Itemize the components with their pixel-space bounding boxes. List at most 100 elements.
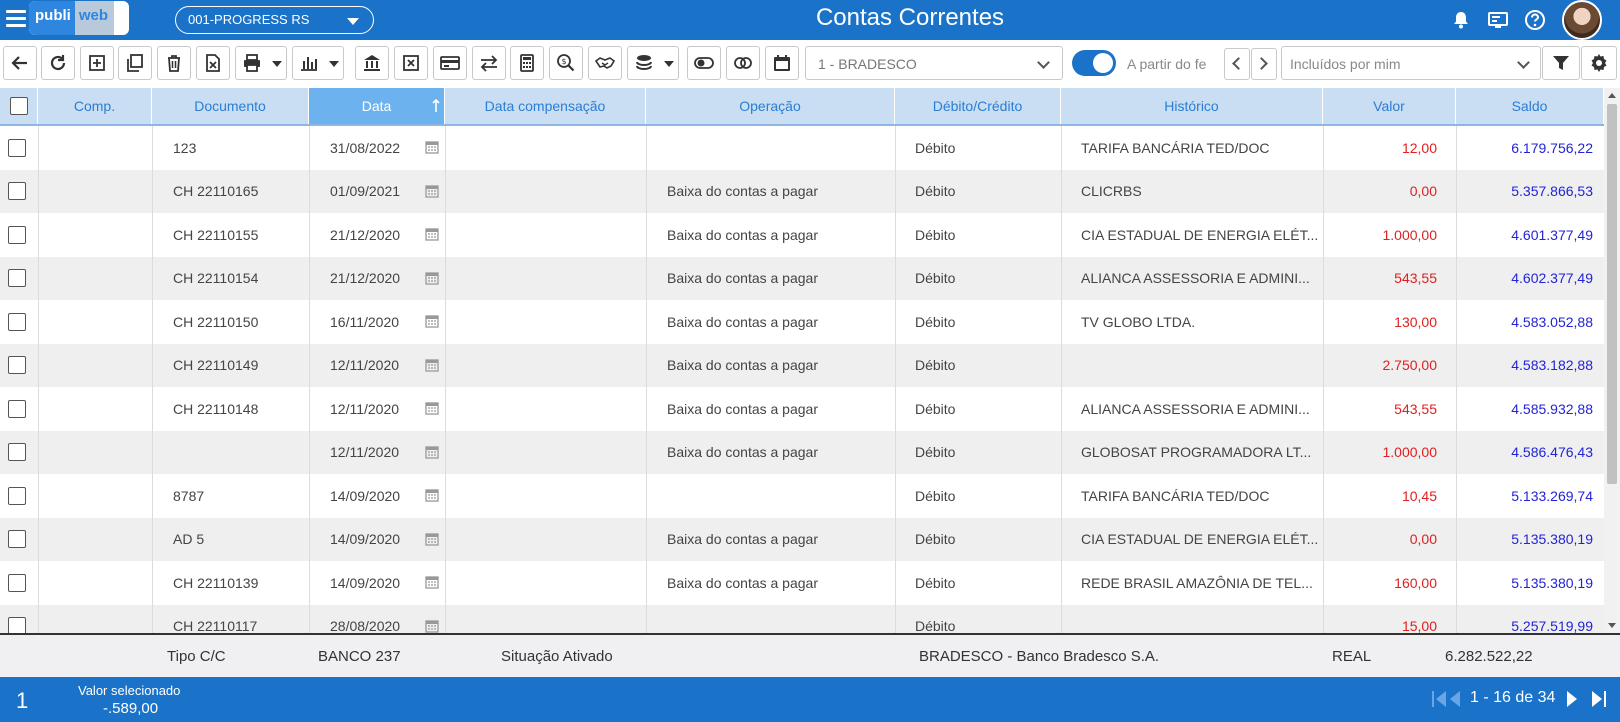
row-checkbox[interactable] [8, 182, 26, 200]
row-checkbox-cell [8, 518, 26, 561]
cell-data-compensacao [455, 126, 640, 169]
date-filter-toggle[interactable] [1072, 50, 1116, 76]
table-row[interactable]: CH 22110149 12/11/2020 Baixa do contas a p… [0, 343, 1604, 387]
excel-export-button[interactable] [196, 46, 230, 80]
next-page-icon[interactable] [1565, 689, 1579, 709]
cell-documento: CH 22110155 [173, 226, 259, 243]
link-button[interactable] [726, 46, 760, 80]
table-row[interactable]: CH 22110154 21/12/2020 Baixa do contas a p… [0, 256, 1604, 300]
delete-button[interactable] [157, 46, 191, 80]
cell-valor: 10,45 [1401, 487, 1437, 504]
add-button[interactable] [80, 46, 114, 80]
calculator-button[interactable] [510, 46, 544, 80]
user-avatar[interactable] [1562, 0, 1602, 40]
grid-scrollbar[interactable] [1604, 88, 1620, 633]
bell-icon[interactable] [1449, 8, 1473, 32]
previous-page-icon[interactable] [1448, 689, 1462, 709]
agreement-button[interactable] [588, 46, 622, 80]
column-header-debito-credito[interactable]: Débito/Crédito [895, 88, 1061, 124]
calendar-icon[interactable] [425, 314, 439, 328]
included-by-filter-select[interactable]: Incluídos por mim [1281, 46, 1541, 80]
row-checkbox[interactable] [8, 443, 26, 461]
row-checkbox[interactable] [8, 573, 26, 592]
column-header-comp[interactable]: Comp. [38, 88, 152, 124]
search-value-button[interactable]: $ [549, 46, 583, 80]
row-checkbox-cell [8, 300, 26, 343]
print-button[interactable] [235, 46, 287, 80]
table-row[interactable]: 8787 14/09/2020 Débito TARIFA BANCÁRIA TED/… [0, 474, 1604, 517]
calendar-icon[interactable] [425, 227, 439, 241]
cell-valor: 543,55 [1394, 400, 1437, 417]
row-checkbox[interactable] [8, 617, 26, 633]
table-row[interactable]: CH 22110150 16/11/2020 Baixa do contas a p… [0, 300, 1604, 343]
table-row[interactable]: CH 22110139 14/09/2020 Baixa do contas a p… [0, 561, 1604, 604]
column-header-documento[interactable]: Documento [152, 88, 309, 124]
transfer-button[interactable] [472, 46, 506, 80]
row-checkbox[interactable] [8, 269, 26, 287]
cell-comp [48, 300, 148, 343]
table-row[interactable]: 12/11/2020 Baixa do contas a pagar Débito G… [0, 430, 1604, 474]
table-row[interactable]: AD 5 14/09/2020 Baixa do contas a pagar Déb… [0, 517, 1604, 561]
row-checkbox[interactable] [8, 356, 26, 374]
row-checkbox[interactable] [8, 138, 26, 157]
first-page-icon[interactable] [1430, 689, 1450, 709]
table-row[interactable]: CH 22110117 28/08/2020 Débito 15,00 5.257.51… [0, 604, 1604, 633]
column-header-data-compensacao[interactable]: Data compensação [445, 88, 646, 124]
scroll-down-arrow-icon[interactable] [1608, 623, 1616, 628]
coins-button[interactable] [627, 46, 679, 80]
calendar-icon[interactable] [425, 271, 439, 285]
table-row[interactable]: CH 22110165 01/09/2021 Baixa do contas a p… [0, 169, 1604, 213]
cancel-button[interactable] [394, 46, 428, 80]
date-filter-label: A partir do fe [1127, 56, 1207, 72]
bank-account-select[interactable]: 1 - BRADESCO [805, 46, 1063, 80]
calendar-icon[interactable] [425, 140, 439, 154]
row-checkbox[interactable] [8, 225, 26, 244]
calendar-button[interactable] [765, 46, 799, 80]
company-select[interactable]: 001-PROGRESS RS [175, 6, 374, 34]
calendar-icon[interactable] [425, 445, 439, 459]
row-checkbox[interactable] [8, 530, 26, 548]
calendar-icon[interactable] [425, 619, 439, 633]
table-row[interactable]: 123 31/08/2022 Débito TARIFA BANCÁRIA TED/D… [0, 126, 1604, 169]
refresh-icon [50, 55, 66, 71]
scroll-up-arrow-icon[interactable] [1608, 93, 1616, 98]
monitor-icon[interactable] [1486, 8, 1510, 32]
settings-button[interactable] [1581, 46, 1617, 80]
next-period-button[interactable] [1251, 48, 1277, 80]
help-icon[interactable] [1523, 8, 1547, 32]
filter-button[interactable] [1542, 46, 1580, 80]
company-select-value: 001-PROGRESS RS [188, 12, 310, 27]
select-all-checkbox[interactable] [9, 97, 28, 115]
copy-button[interactable] [118, 46, 152, 80]
table-row[interactable]: CH 22110155 21/12/2020 Baixa do contas a p… [0, 213, 1604, 256]
table-row[interactable]: CH 22110148 12/11/2020 Baixa do contas a p… [0, 387, 1604, 430]
row-checkbox[interactable] [8, 486, 26, 505]
calendar-icon[interactable] [425, 488, 439, 502]
calendar-icon[interactable] [425, 575, 439, 589]
column-header-operacao[interactable]: Operação [646, 88, 895, 124]
row-checkbox[interactable] [8, 312, 26, 331]
reports-button[interactable] [292, 46, 344, 80]
last-page-icon[interactable] [1588, 689, 1608, 709]
calendar-icon[interactable] [425, 532, 439, 546]
toggle-view-button[interactable] [687, 46, 721, 80]
menu-icon[interactable] [6, 10, 26, 28]
column-header-saldo[interactable]: Saldo [1456, 88, 1604, 124]
cell-data: 14/09/2020 [330, 574, 401, 591]
column-header-valor[interactable]: Valor [1323, 88, 1456, 124]
column-header-data[interactable]: Data [309, 88, 445, 124]
card-button[interactable] [433, 46, 467, 80]
bank-button[interactable] [355, 46, 389, 80]
previous-period-button[interactable] [1224, 48, 1250, 80]
column-header-historico[interactable]: Histórico [1061, 88, 1323, 124]
cell-historico: REDE BRASIL AMAZÔNIA DE TEL... [1081, 574, 1313, 591]
calendar-icon[interactable] [425, 184, 439, 198]
refresh-button[interactable] [41, 46, 75, 80]
scrollbar-thumb[interactable] [1607, 104, 1617, 484]
cell-historico: TV GLOBO LTDA. [1081, 313, 1196, 330]
logo[interactable]: publi web [29, 1, 129, 35]
back-button[interactable] [3, 46, 37, 80]
row-checkbox[interactable] [8, 399, 26, 418]
calendar-icon[interactable] [425, 401, 439, 415]
calendar-icon[interactable] [425, 358, 439, 372]
